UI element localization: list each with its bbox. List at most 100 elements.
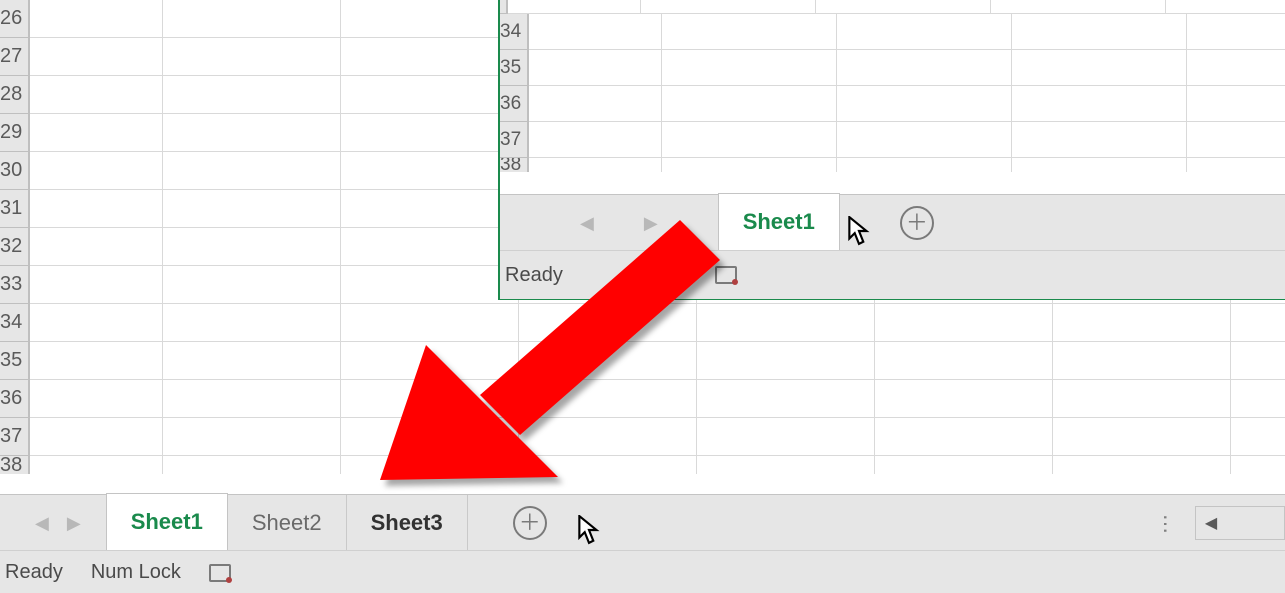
grid-cell[interactable] [1231, 456, 1285, 474]
grid-cell[interactable] [163, 380, 341, 418]
grid-cell[interactable] [341, 0, 519, 38]
grid-cell[interactable] [697, 304, 875, 342]
tab-nav-next-icon[interactable]: ▶ [67, 513, 81, 534]
grid-cell[interactable] [1231, 380, 1285, 418]
row-header[interactable]: 26 [0, 0, 30, 38]
row-header[interactable]: 34 [500, 14, 529, 50]
row-header[interactable]: 34 [0, 304, 30, 342]
grid-cell[interactable] [529, 158, 662, 172]
row-header[interactable]: 27 [0, 38, 30, 76]
horizontal-scrollbar[interactable]: ◀ [1195, 495, 1285, 551]
grid-row[interactable]: 36 [500, 86, 1285, 122]
grid-cell[interactable] [697, 456, 875, 474]
grid-cell[interactable] [662, 122, 837, 158]
grid-cell[interactable] [662, 14, 837, 50]
macro-record-icon[interactable] [209, 564, 231, 582]
grid-cell[interactable] [837, 50, 1012, 86]
grid-cell[interactable] [1231, 304, 1285, 342]
grid-cell[interactable] [30, 342, 163, 380]
grid-cell[interactable] [163, 76, 341, 114]
add-sheet-button[interactable]: ＋ [513, 506, 547, 540]
grid-cell[interactable] [837, 158, 1012, 172]
grid-cell[interactable] [30, 380, 163, 418]
row-header[interactable]: 31 [0, 190, 30, 228]
tab-bar-options-icon[interactable]: ⋯ [1138, 514, 1194, 532]
row-header[interactable]: 36 [500, 86, 529, 122]
row-header[interactable]: 33 [0, 266, 30, 304]
sheet-tab-3[interactable]: Sheet3 [347, 495, 468, 551]
scroll-left-icon[interactable]: ◀ [1196, 509, 1226, 537]
grid-cell[interactable] [163, 342, 341, 380]
grid-cell[interactable] [163, 0, 341, 38]
grid-cell[interactable] [163, 304, 341, 342]
grid-cell[interactable] [163, 190, 341, 228]
sheet-tab-2[interactable]: Sheet2 [228, 495, 347, 551]
grid-cell[interactable] [163, 228, 341, 266]
row-header[interactable]: 37 [500, 122, 529, 158]
grid-cell[interactable] [1012, 86, 1187, 122]
grid-cell[interactable] [30, 190, 163, 228]
grid-cell[interactable] [163, 418, 341, 456]
tab-nav-prev-icon[interactable]: ◀ [35, 513, 49, 534]
grid-cell[interactable] [30, 228, 163, 266]
grid-cell[interactable] [30, 76, 163, 114]
grid-cell[interactable] [163, 114, 341, 152]
row-header[interactable]: 37 [0, 418, 30, 456]
row-header[interactable]: 30 [0, 152, 30, 190]
grid-cell[interactable] [341, 38, 519, 76]
grid-cell[interactable] [163, 152, 341, 190]
grid-cell[interactable] [163, 266, 341, 304]
grid-cell[interactable] [875, 456, 1053, 474]
grid-cell[interactable] [1231, 342, 1285, 380]
grid-cell[interactable] [30, 0, 163, 38]
grid-cell[interactable] [697, 418, 875, 456]
grid-cell[interactable] [1187, 122, 1285, 158]
grid-cell[interactable] [1012, 50, 1187, 86]
row-header[interactable]: 35 [500, 50, 529, 86]
grid-row[interactable]: 38 [500, 158, 1285, 172]
grid-cell[interactable] [875, 342, 1053, 380]
grid-cell[interactable] [30, 304, 163, 342]
overlay-sheet-tab-1[interactable]: Sheet1 [718, 193, 840, 253]
grid-cell[interactable] [1053, 418, 1231, 456]
grid-cell[interactable] [1187, 14, 1285, 50]
grid-cell[interactable] [30, 418, 163, 456]
row-header[interactable]: 28 [0, 76, 30, 114]
row-header[interactable]: 29 [0, 114, 30, 152]
grid-cell[interactable] [662, 50, 837, 86]
row-header[interactable]: 35 [0, 342, 30, 380]
grid-cell[interactable] [837, 14, 1012, 50]
grid-cell[interactable] [1187, 158, 1285, 172]
grid-cell[interactable] [163, 38, 341, 76]
grid-cell[interactable] [1187, 50, 1285, 86]
grid-cell[interactable] [341, 114, 519, 152]
grid-cell[interactable] [30, 266, 163, 304]
sheet-tab-1[interactable]: Sheet1 [106, 493, 228, 553]
grid-cell[interactable] [341, 152, 519, 190]
overlay-add-sheet-button[interactable]: ＋ [900, 206, 934, 240]
grid-cell[interactable] [1012, 14, 1187, 50]
grid-cell[interactable] [341, 76, 519, 114]
grid-cell[interactable] [30, 456, 163, 474]
grid-cell[interactable] [1231, 418, 1285, 456]
grid-row[interactable]: 35 [500, 50, 1285, 86]
grid-cell[interactable] [697, 342, 875, 380]
row-header[interactable]: 38 [0, 456, 30, 474]
row-header[interactable]: 32 [0, 228, 30, 266]
grid-cell[interactable] [662, 86, 837, 122]
grid-cell[interactable] [30, 114, 163, 152]
grid-cell[interactable] [1053, 304, 1231, 342]
row-header[interactable]: 38 [500, 158, 529, 172]
grid-row[interactable]: 34 [500, 14, 1285, 50]
grid-cell[interactable] [662, 158, 837, 172]
grid-cell[interactable] [697, 380, 875, 418]
grid-cell[interactable] [875, 304, 1053, 342]
grid-cell[interactable] [1053, 380, 1231, 418]
grid-cell[interactable] [1187, 86, 1285, 122]
grid-cell[interactable] [837, 86, 1012, 122]
grid-cell[interactable] [529, 122, 662, 158]
grid-cell[interactable] [875, 418, 1053, 456]
grid-cell[interactable] [1053, 342, 1231, 380]
row-header[interactable]: 36 [0, 380, 30, 418]
grid-cell[interactable] [837, 122, 1012, 158]
